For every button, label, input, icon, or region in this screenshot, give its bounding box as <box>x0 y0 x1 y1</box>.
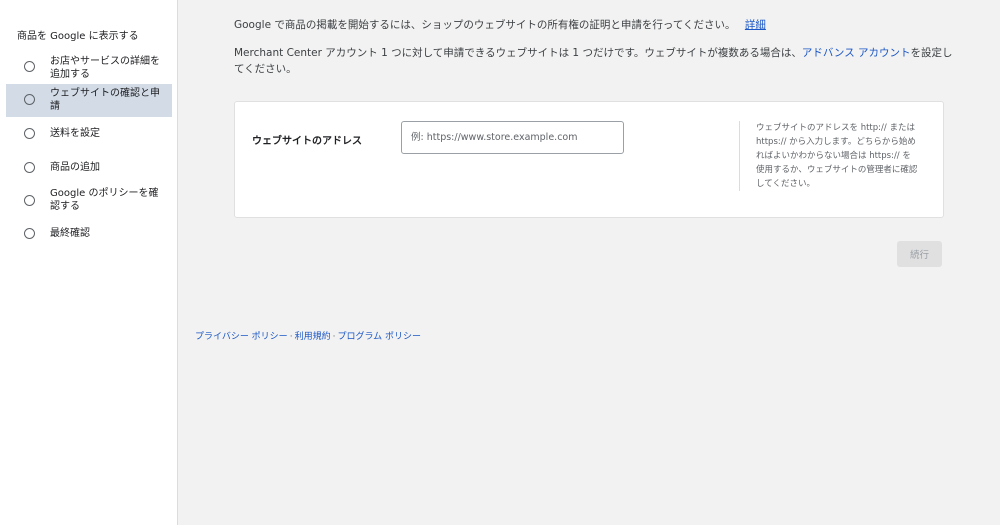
radio-icon <box>24 162 35 173</box>
intro-text: Google で商品の掲載を開始するには、ショップのウェブサイトの所有権の証明と… <box>234 19 736 31</box>
step-label-line1: ウェブサイトの確認と申 <box>50 88 160 99</box>
learn-more-link[interactable]: 詳細 <box>745 19 766 31</box>
step-label-line1: Google のポリシーを確 <box>50 188 159 199</box>
footer-separator: · <box>332 332 336 342</box>
program-policy-link[interactable]: プログラム ポリシー <box>337 332 421 342</box>
step-business-details[interactable]: お店やサービスの詳細を 追加する <box>6 54 172 82</box>
account-text-before: Merchant Center アカウント 1 つに対して申請できるウェブサイト… <box>234 47 802 59</box>
step-shipping[interactable]: 送料を設定 <box>6 127 172 143</box>
sidebar-title: 商品を Google に表示する <box>17 31 139 42</box>
help-divider <box>739 121 740 191</box>
footer-links: プライバシー ポリシー · 利用規約 · プログラム ポリシー <box>195 329 421 342</box>
step-label-line1: 商品の追加 <box>50 162 100 173</box>
step-label-line1: 最終確認 <box>50 228 90 239</box>
advanced-account-link[interactable]: アドバンス アカウント <box>802 47 911 59</box>
step-label-line1: 送料を設定 <box>50 128 100 139</box>
radio-icon <box>24 94 35 105</box>
radio-icon <box>24 128 35 139</box>
website-help-text: ウェブサイトのアドレスを http:// または https:// から入力しま… <box>756 123 918 189</box>
step-label-line2: 認する <box>50 201 80 212</box>
privacy-policy-link[interactable]: プライバシー ポリシー <box>195 332 288 342</box>
continue-button[interactable]: 続行 <box>897 241 942 267</box>
radio-icon <box>24 228 35 239</box>
terms-link[interactable]: 利用規約 <box>295 332 331 342</box>
step-google-policies[interactable]: Google のポリシーを確 認する <box>6 187 172 215</box>
website-field-label: ウェブサイトのアドレス <box>252 136 362 147</box>
setup-sidebar: 商品を Google に表示する お店やサービスの詳細を 追加する ウェブサイト… <box>0 0 178 525</box>
step-website-verify[interactable]: ウェブサイトの確認と申 請 <box>6 84 172 117</box>
radio-icon <box>24 195 35 206</box>
website-card: ウェブサイトのアドレス ウェブサイトのアドレスを http:// または htt… <box>234 101 944 218</box>
step-label-line2: 追加する <box>50 69 90 80</box>
step-final-review[interactable]: 最終確認 <box>6 227 172 243</box>
footer-separator: · <box>289 332 293 342</box>
website-url-input[interactable] <box>401 121 624 154</box>
account-paragraph: Merchant Center アカウント 1 つに対して申請できるウェブサイト… <box>234 45 954 77</box>
radio-icon <box>24 61 35 72</box>
intro-paragraph: Google で商品の掲載を開始するには、ショップのウェブサイトの所有権の証明と… <box>234 17 954 33</box>
step-add-products[interactable]: 商品の追加 <box>6 161 172 177</box>
step-label-line2: 請 <box>50 101 60 112</box>
step-label-line1: お店やサービスの詳細を <box>50 56 160 67</box>
